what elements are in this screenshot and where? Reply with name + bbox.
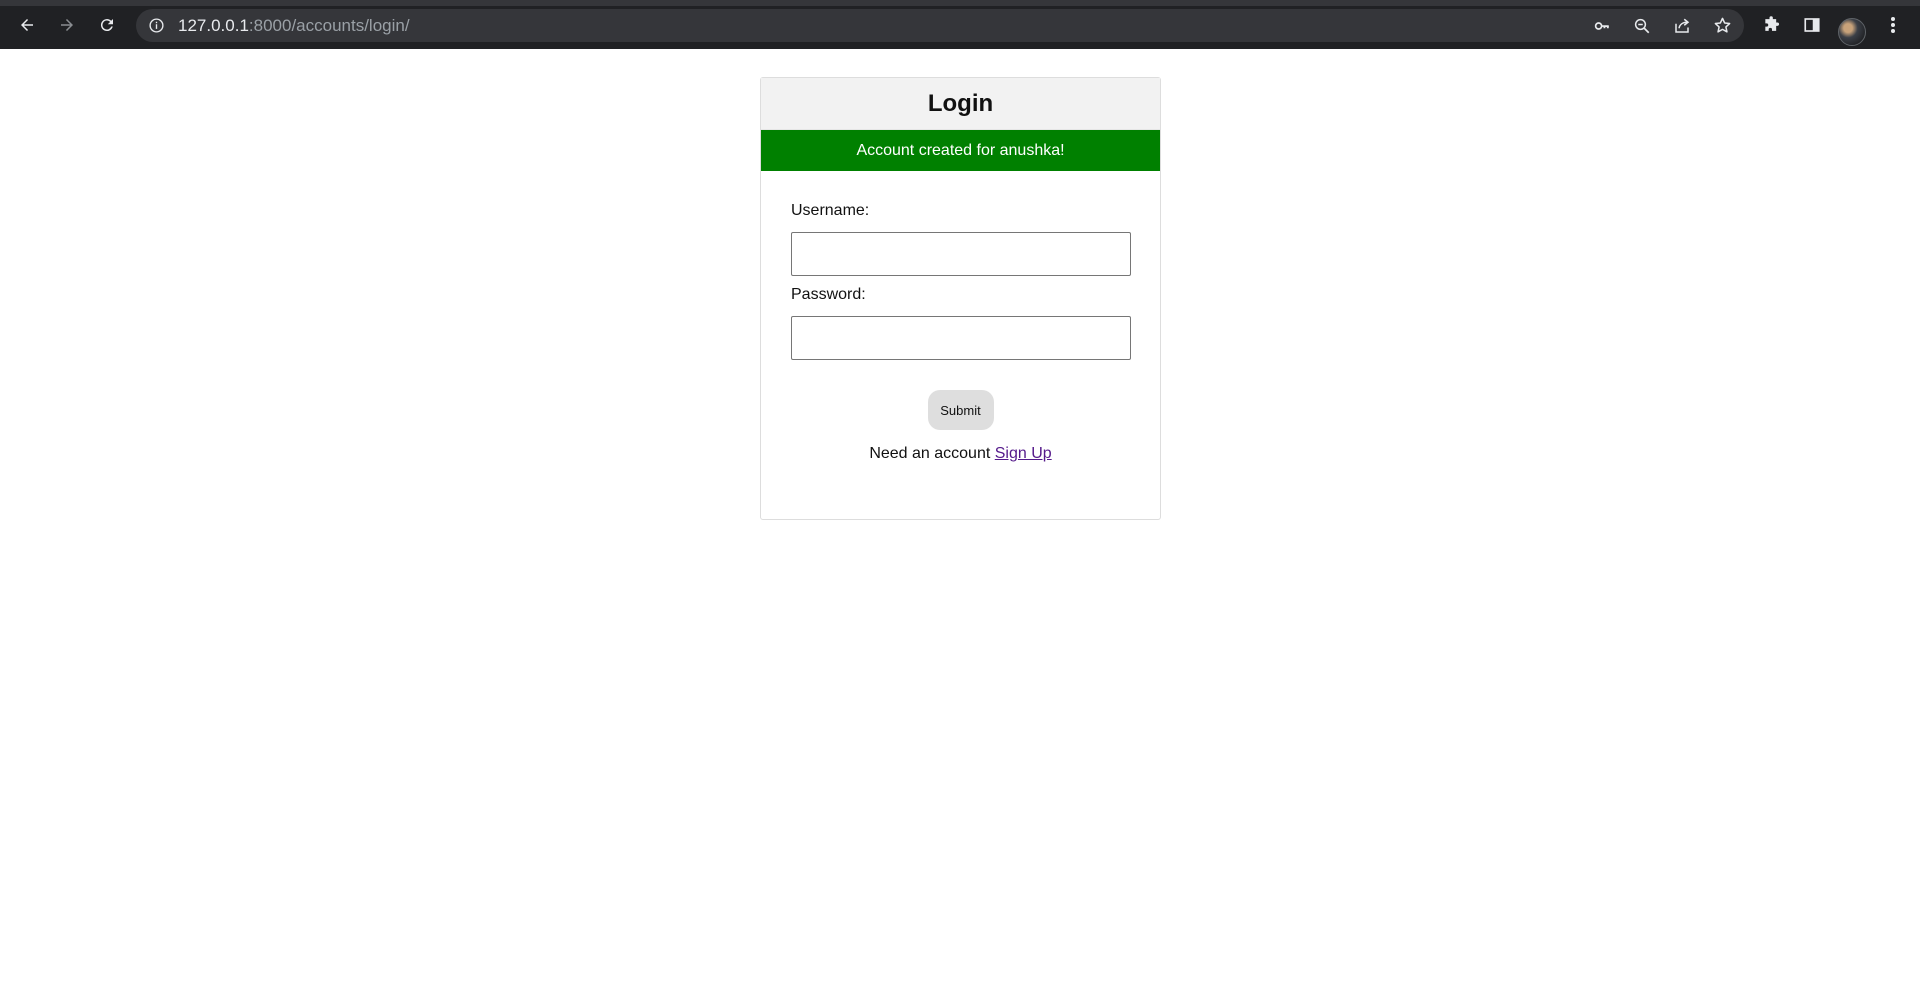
url-host: 127.0.0.1	[178, 16, 249, 35]
star-icon[interactable]	[1704, 9, 1740, 42]
kebab-menu-icon[interactable]	[1875, 7, 1911, 43]
signup-line: Need an account Sign Up	[791, 445, 1130, 463]
reload-icon[interactable]	[89, 7, 125, 43]
zoom-out-icon[interactable]	[1624, 9, 1660, 42]
password-input[interactable]	[791, 316, 1131, 360]
card-header: Login	[761, 78, 1160, 130]
signup-link[interactable]: Sign Up	[995, 445, 1052, 462]
page-title: Login	[927, 89, 994, 117]
url-text[interactable]: 127.0.0.1:8000/accounts/login/	[178, 16, 410, 36]
puzzle-icon[interactable]	[1754, 7, 1790, 43]
success-message: Account created for anushka!	[761, 130, 1160, 171]
login-card: Login Account created for anushka! Usern…	[760, 77, 1161, 520]
address-bar[interactable]: 127.0.0.1:8000/accounts/login/	[136, 9, 1744, 42]
share-icon[interactable]	[1664, 9, 1700, 42]
forward-arrow-icon[interactable]	[49, 7, 85, 43]
username-label: Username:	[791, 202, 870, 219]
profile-avatar[interactable]	[1838, 18, 1866, 46]
password-label: Password:	[791, 286, 866, 303]
browser-toolbar: 127.0.0.1:8000/accounts/login/	[0, 0, 1920, 49]
info-icon[interactable]	[148, 17, 165, 34]
signup-prompt: Need an account	[869, 445, 991, 462]
url-path: :8000/accounts/login/	[248, 16, 410, 35]
login-form: Username: Password: Submit Need an accou…	[761, 171, 1160, 463]
side-panel-icon[interactable]	[1794, 7, 1830, 43]
submit-wrap: Submit	[791, 390, 1130, 430]
username-input[interactable]	[791, 232, 1131, 276]
submit-button[interactable]: Submit	[927, 390, 994, 430]
back-arrow-icon[interactable]	[9, 7, 45, 43]
key-icon[interactable]	[1584, 9, 1620, 42]
